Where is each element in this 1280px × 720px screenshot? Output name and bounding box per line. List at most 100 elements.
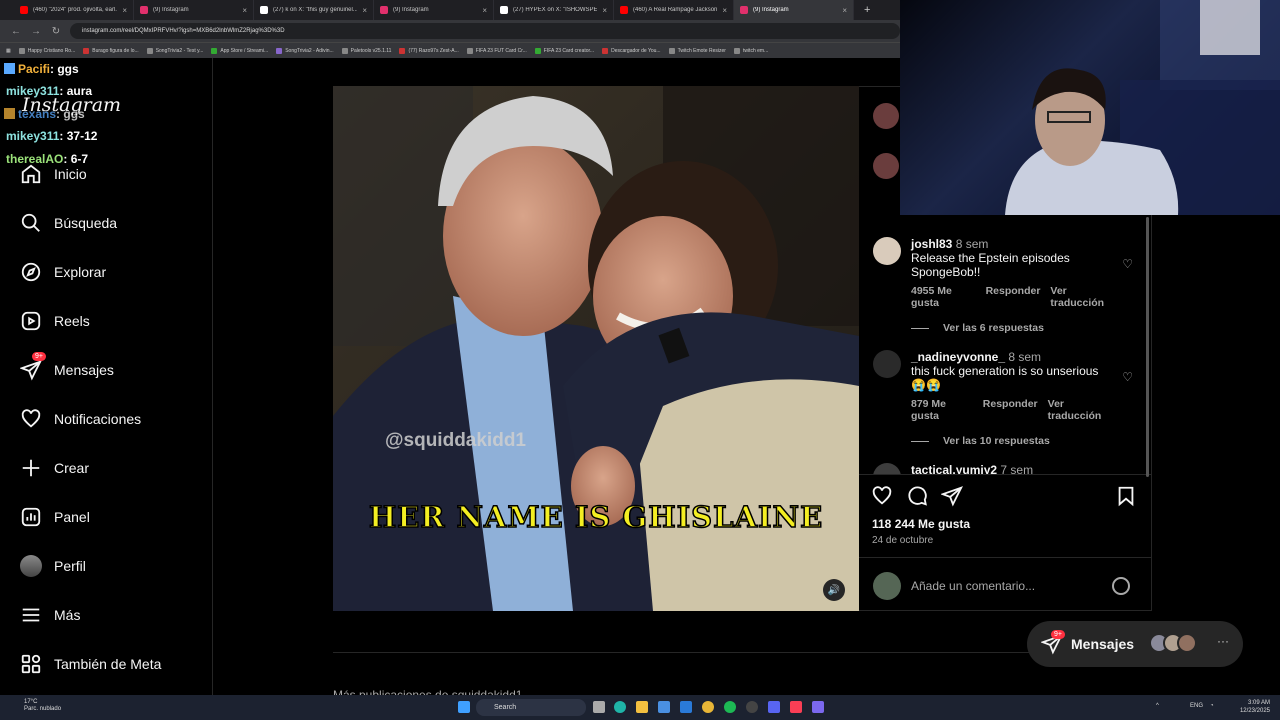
bookmark-item[interactable]: Happy Cristiano Ro... [18, 47, 75, 54]
close-tab-icon[interactable]: × [482, 6, 487, 15]
audio-icon[interactable]: 🔊 [823, 579, 845, 601]
comments-scrollbar[interactable] [1146, 217, 1149, 477]
reply-button[interactable]: Responder [986, 285, 1041, 309]
music-icon[interactable] [790, 701, 802, 713]
close-tab-icon[interactable]: × [362, 6, 367, 15]
share-icon[interactable] [941, 485, 963, 507]
translate-button[interactable]: Ver traducción [1048, 398, 1116, 422]
comment-likes[interactable]: 4955 Me gusta [911, 285, 976, 309]
bookmark-item[interactable]: Twitch Emote Resizer [668, 47, 726, 54]
browser-tab[interactable]: (460) "2024" prod. ojivolta, earl... × [14, 0, 134, 20]
messages-pill[interactable]: 9+ Mensajes ··· [1027, 621, 1243, 667]
photos-icon[interactable] [658, 701, 670, 713]
avatar[interactable] [873, 103, 899, 129]
heart-icon[interactable]: ♡ [1122, 370, 1133, 384]
bookmark-item[interactable]: App Store / Streami... [211, 47, 268, 54]
task-view-icon[interactable] [593, 701, 605, 713]
emoji-icon[interactable] [1112, 577, 1130, 595]
translate-button[interactable]: Ver traducción [1050, 285, 1116, 309]
obs-icon[interactable] [746, 701, 758, 713]
tab-title: (460) "2024" prod. ojivolta, earl... [33, 7, 118, 13]
more-icon[interactable]: ··· [1217, 634, 1229, 648]
chrome-icon[interactable] [702, 701, 714, 713]
bookmark-item[interactable]: SongTrivia2 - Adivin... [276, 47, 334, 54]
comment-body: _nadineyvonne_ 8 sem this fuck generatio… [911, 350, 1116, 422]
messages-badge: 9+ [32, 352, 46, 361]
bookmark-item[interactable]: (77) Razo97s Zest-A... [399, 47, 459, 54]
close-tab-icon[interactable]: × [602, 6, 607, 15]
sidebar-item-dashboard[interactable]: Panel [20, 505, 90, 529]
back-icon[interactable]: ← [10, 26, 22, 37]
post-actions [871, 485, 1141, 509]
comment-icon[interactable] [906, 485, 928, 507]
sidebar-item-also-from-meta[interactable]: También de Meta [20, 652, 161, 676]
browser-tab[interactable]: (27) k on X: "this guy genuinel... × [254, 0, 374, 20]
avatar[interactable] [873, 153, 899, 179]
teams-icon[interactable] [812, 701, 824, 713]
close-tab-icon[interactable]: × [842, 6, 847, 15]
new-tab-button[interactable]: + [854, 4, 880, 16]
add-comment-input[interactable]: Añade un comentario... [911, 579, 1035, 593]
sidebar-item-search[interactable]: Búsqueda [20, 211, 117, 235]
store-icon[interactable] [680, 701, 692, 713]
language-indicator[interactable]: ENG [1190, 703, 1203, 709]
bookmark-icon[interactable] [1115, 485, 1137, 507]
clock[interactable]: 3:09 AM 12/23/2025 [1240, 699, 1270, 715]
discord-icon[interactable] [768, 701, 780, 713]
apps-icon[interactable]: ▦ [6, 48, 11, 54]
windows-start-icon[interactable] [458, 701, 470, 713]
browser-tab-active[interactable]: (9) Instagram × [734, 0, 854, 20]
sidebar-item-create[interactable]: Crear [20, 456, 89, 480]
bookmark-item[interactable]: Descargador de You... [602, 47, 661, 54]
close-tab-icon[interactable]: × [122, 6, 127, 15]
wifi-icon[interactable]: ◔ [1210, 703, 1214, 709]
avatar[interactable] [873, 350, 901, 378]
file-explorer-icon[interactable] [636, 701, 648, 713]
bookmark-item[interactable]: Burago figura de lo... [83, 47, 139, 54]
bookmark-item[interactable]: FIFA 23 FUT Card Cr... [466, 47, 527, 54]
edge-icon[interactable] [614, 701, 626, 713]
spotify-icon[interactable] [724, 701, 736, 713]
browser-tab[interactable]: (9) Instagram × [374, 0, 494, 20]
x-icon [500, 6, 508, 14]
like-heart-icon[interactable] [871, 485, 893, 507]
bookmark-item[interactable]: FIFA 23 Card creator... [534, 47, 595, 54]
sidebar-item-messages[interactable]: 9+ Mensajes [20, 352, 114, 382]
sidebar-item-reels[interactable]: Reels [20, 309, 90, 333]
bookmark-item[interactable]: Paletools v25.1.11 [341, 47, 391, 54]
bookmark-label: Descargador de You... [611, 47, 661, 54]
comment-username[interactable]: joshl83 [911, 237, 952, 251]
view-replies[interactable]: Ver las 6 respuestas [911, 322, 1044, 334]
bookmark-label: FIFA 23 Card creator... [543, 47, 595, 54]
sidebar-item-profile[interactable]: Perfil [20, 554, 86, 578]
avatar[interactable] [873, 237, 901, 265]
close-tab-icon[interactable]: × [722, 6, 727, 15]
taskbar-search[interactable]: Search [476, 699, 586, 716]
bookmark-item[interactable]: twitch em... [733, 47, 768, 54]
like-count[interactable]: 118 244 Me gusta [872, 517, 970, 531]
reel-video[interactable]: @squiddakidd1 HER NAME IS GHISLAINE 🔊 [333, 86, 859, 611]
browser-tab[interactable]: (9) Instagram × [134, 0, 254, 20]
comment-body: joshl83 8 sem Release the Epstein episod… [911, 237, 1116, 309]
browser-tab[interactable]: (460) A Real Rampage Jackson... × [614, 0, 734, 20]
weather-widget[interactable]: 17°C Parc. nublado [10, 699, 61, 713]
reload-icon[interactable]: ↻ [50, 26, 62, 37]
comment-likes[interactable]: 879 Me gusta [911, 398, 973, 422]
sidebar-item-notifications[interactable]: Notificaciones [20, 407, 141, 431]
sidebar-item-explore[interactable]: Explorar [20, 260, 106, 284]
dashboard-icon [21, 507, 41, 527]
close-tab-icon[interactable]: × [242, 6, 247, 15]
view-replies[interactable]: Ver las 10 respuestas [911, 435, 1050, 447]
tray-chevron-icon[interactable]: ^ [1156, 703, 1159, 709]
browser-tab[interactable]: (27) HYPEX on X: "ISHOWSPEE... × [494, 0, 614, 20]
bookmark-item[interactable]: SongTrivia2 - Test y... [146, 47, 203, 54]
forward-icon[interactable]: → [30, 26, 42, 37]
twitch-badge-icon [4, 108, 15, 119]
bookmark-label: Twitch Emote Resizer [677, 47, 726, 54]
reply-button[interactable]: Responder [983, 398, 1038, 422]
sidebar-item-more[interactable]: Más [20, 603, 80, 627]
heart-icon[interactable]: ♡ [1122, 257, 1133, 271]
comment-username[interactable]: _nadineyvonne_ [911, 350, 1005, 364]
url-field[interactable]: instagram.com/reel/DQMxIPRFVHv/?igsh=MXB… [70, 23, 900, 39]
divider [859, 474, 1151, 475]
